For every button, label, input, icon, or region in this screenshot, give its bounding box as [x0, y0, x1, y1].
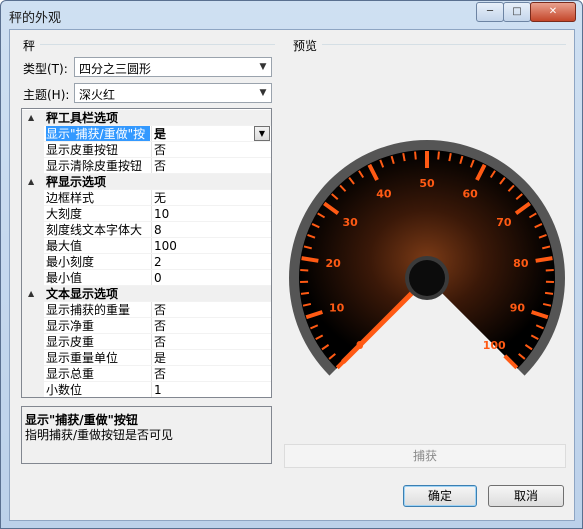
gauge-minor-tick — [300, 269, 309, 272]
property-value[interactable]: 否 — [151, 318, 271, 334]
property-row[interactable]: 最大值 100 — [22, 238, 271, 254]
property-value[interactable]: 否 — [151, 302, 271, 318]
preview-panel: 0102030405060708090100 — [284, 54, 566, 440]
gauge-tick-label: 40 — [376, 187, 392, 200]
property-grid[interactable]: ▲ 秤工具栏选项 显示"捕获/重做"按 是 ▼ 显示皮重按钮 否 显示清除皮重按… — [21, 108, 272, 398]
gauge-tick-label: 10 — [329, 301, 345, 314]
property-value[interactable]: 0 — [151, 270, 271, 286]
property-row[interactable]: 显示皮重按钮 否 — [22, 142, 271, 158]
property-value[interactable]: 否 — [151, 142, 271, 158]
gauge-tick-label: 60 — [462, 187, 478, 200]
property-row[interactable]: 最小值 0 — [22, 270, 271, 286]
property-value[interactable]: 2 — [151, 254, 271, 270]
help-text: 指明捕获/重做按钮是否可见 — [25, 428, 174, 442]
gauge-tick-label: 30 — [342, 216, 358, 229]
chevron-down-icon: ▼ — [259, 88, 267, 98]
gauge-hub — [409, 260, 445, 296]
property-name: 显示净重 — [46, 319, 95, 333]
minimize-button[interactable]: ─ — [476, 2, 504, 22]
theme-select[interactable]: 深火红 ▼ — [74, 83, 272, 103]
property-name: 显示重量单位 — [46, 351, 119, 365]
gauge-tick-label: 90 — [510, 301, 526, 314]
property-row[interactable]: 显示重量单位 是 — [22, 350, 271, 366]
property-row[interactable]: 刻度线文本字体大 8 — [22, 222, 271, 238]
title-bar: 秤的外观 ─ □ ✕ — [1, 1, 582, 29]
property-name: 显示"捕获/重做"按 — [46, 126, 150, 142]
chevron-down-icon[interactable]: ▼ — [254, 126, 270, 141]
theme-label: 主题(H): — [23, 88, 70, 102]
property-value[interactable]: 100 — [151, 238, 271, 254]
property-value[interactable]: 否 — [151, 158, 271, 174]
maximize-button[interactable]: □ — [503, 2, 531, 22]
scale-group-label: 秤 — [23, 39, 36, 53]
property-row[interactable]: 边框样式 无 — [22, 190, 271, 206]
gauge-minor-tick — [544, 291, 554, 295]
property-row[interactable]: 显示净重 否 — [22, 318, 271, 334]
type-label: 类型(T): — [23, 62, 68, 76]
preview-label: 预览 — [293, 39, 318, 53]
gauge-minor-tick — [437, 151, 440, 160]
property-row[interactable]: 显示捕获的重量 否 — [22, 302, 271, 318]
property-value[interactable]: 否 — [151, 366, 271, 382]
scale-group-divider — [40, 44, 275, 45]
gauge-major-tick — [535, 256, 553, 263]
gauge-tick-label: 20 — [326, 257, 342, 270]
property-value[interactable]: 无 — [151, 190, 271, 206]
collapse-icon[interactable]: ▲ — [28, 286, 34, 302]
property-name: 显示皮重 — [46, 335, 95, 349]
property-value[interactable]: 10 — [151, 206, 271, 222]
gauge-minor-tick — [300, 291, 310, 295]
property-row[interactable]: 最小刻度 2 — [22, 254, 271, 270]
property-value[interactable]: 8 — [151, 222, 271, 238]
property-name: 显示皮重按钮 — [46, 143, 119, 157]
gauge-major-tick — [301, 256, 319, 263]
gauge-preview: 0102030405060708090100 — [289, 140, 565, 376]
theme-select-value: 深火红 — [79, 88, 116, 102]
property-row[interactable]: 小数位 1 — [22, 382, 271, 397]
property-name: 显示清除皮重按钮 — [46, 159, 143, 173]
gauge-tick-label: 100 — [483, 339, 506, 352]
property-name: 小数位 — [46, 383, 83, 397]
type-select-value: 四分之三圆形 — [79, 62, 152, 76]
collapse-icon[interactable]: ▲ — [28, 174, 34, 190]
collapse-icon[interactable]: ▲ — [28, 110, 34, 126]
property-value[interactable]: 是 — [151, 350, 271, 366]
property-value[interactable]: 否 — [151, 334, 271, 350]
gauge-minor-tick — [545, 269, 554, 272]
property-name: 大刻度 — [46, 207, 83, 221]
chevron-down-icon: ▼ — [259, 62, 267, 72]
category-text-options[interactable]: ▲ 文本显示选项 — [22, 286, 271, 302]
property-name: 显示总重 — [46, 367, 95, 381]
property-row[interactable]: 大刻度 10 — [22, 206, 271, 222]
property-name: 最小刻度 — [46, 255, 95, 269]
property-row[interactable]: 显示清除皮重按钮 否 — [22, 158, 271, 174]
gauge-minor-tick — [414, 151, 417, 160]
gauge-tick-label: 70 — [496, 216, 512, 229]
window-title: 秤的外观 — [9, 11, 62, 26]
property-name: 显示捕获的重量 — [46, 303, 131, 317]
close-button[interactable]: ✕ — [530, 2, 576, 22]
dialog-window: 秤的外观 ─ □ ✕ 秤 类型(T): 四分之三圆形 ▼ 主题(H): 深火红 … — [0, 0, 583, 529]
property-row[interactable]: 显示皮重 否 — [22, 334, 271, 350]
gauge-tick-label: 50 — [419, 177, 435, 190]
property-row[interactable]: 显示"捕获/重做"按 是 ▼ — [22, 126, 271, 142]
property-name: 边框样式 — [46, 191, 95, 205]
type-select[interactable]: 四分之三圆形 ▼ — [74, 57, 272, 77]
category-toolbar-options[interactable]: ▲ 秤工具栏选项 — [22, 110, 271, 126]
capture-button[interactable]: 捕获 — [284, 444, 566, 468]
cancel-button[interactable]: 取消 — [488, 485, 564, 507]
dialog-client: 秤 类型(T): 四分之三圆形 ▼ 主题(H): 深火红 ▼ ▲ 秤工具栏选项 … — [9, 29, 575, 521]
ok-button[interactable]: 确定 — [403, 485, 477, 507]
property-name: 最大值 — [46, 239, 83, 253]
gauge-tick-label: 80 — [513, 257, 529, 270]
property-name: 刻度线文本字体大 — [46, 223, 143, 237]
property-name: 最小值 — [46, 271, 83, 285]
property-value[interactable]: 1 — [151, 382, 271, 397]
category-display-options[interactable]: ▲ 秤显示选项 — [22, 174, 271, 190]
preview-divider — [322, 44, 566, 45]
property-row[interactable]: 显示总重 否 — [22, 366, 271, 382]
help-panel: 显示"捕获/重做"按钮 指明捕获/重做按钮是否可见 — [21, 406, 272, 464]
